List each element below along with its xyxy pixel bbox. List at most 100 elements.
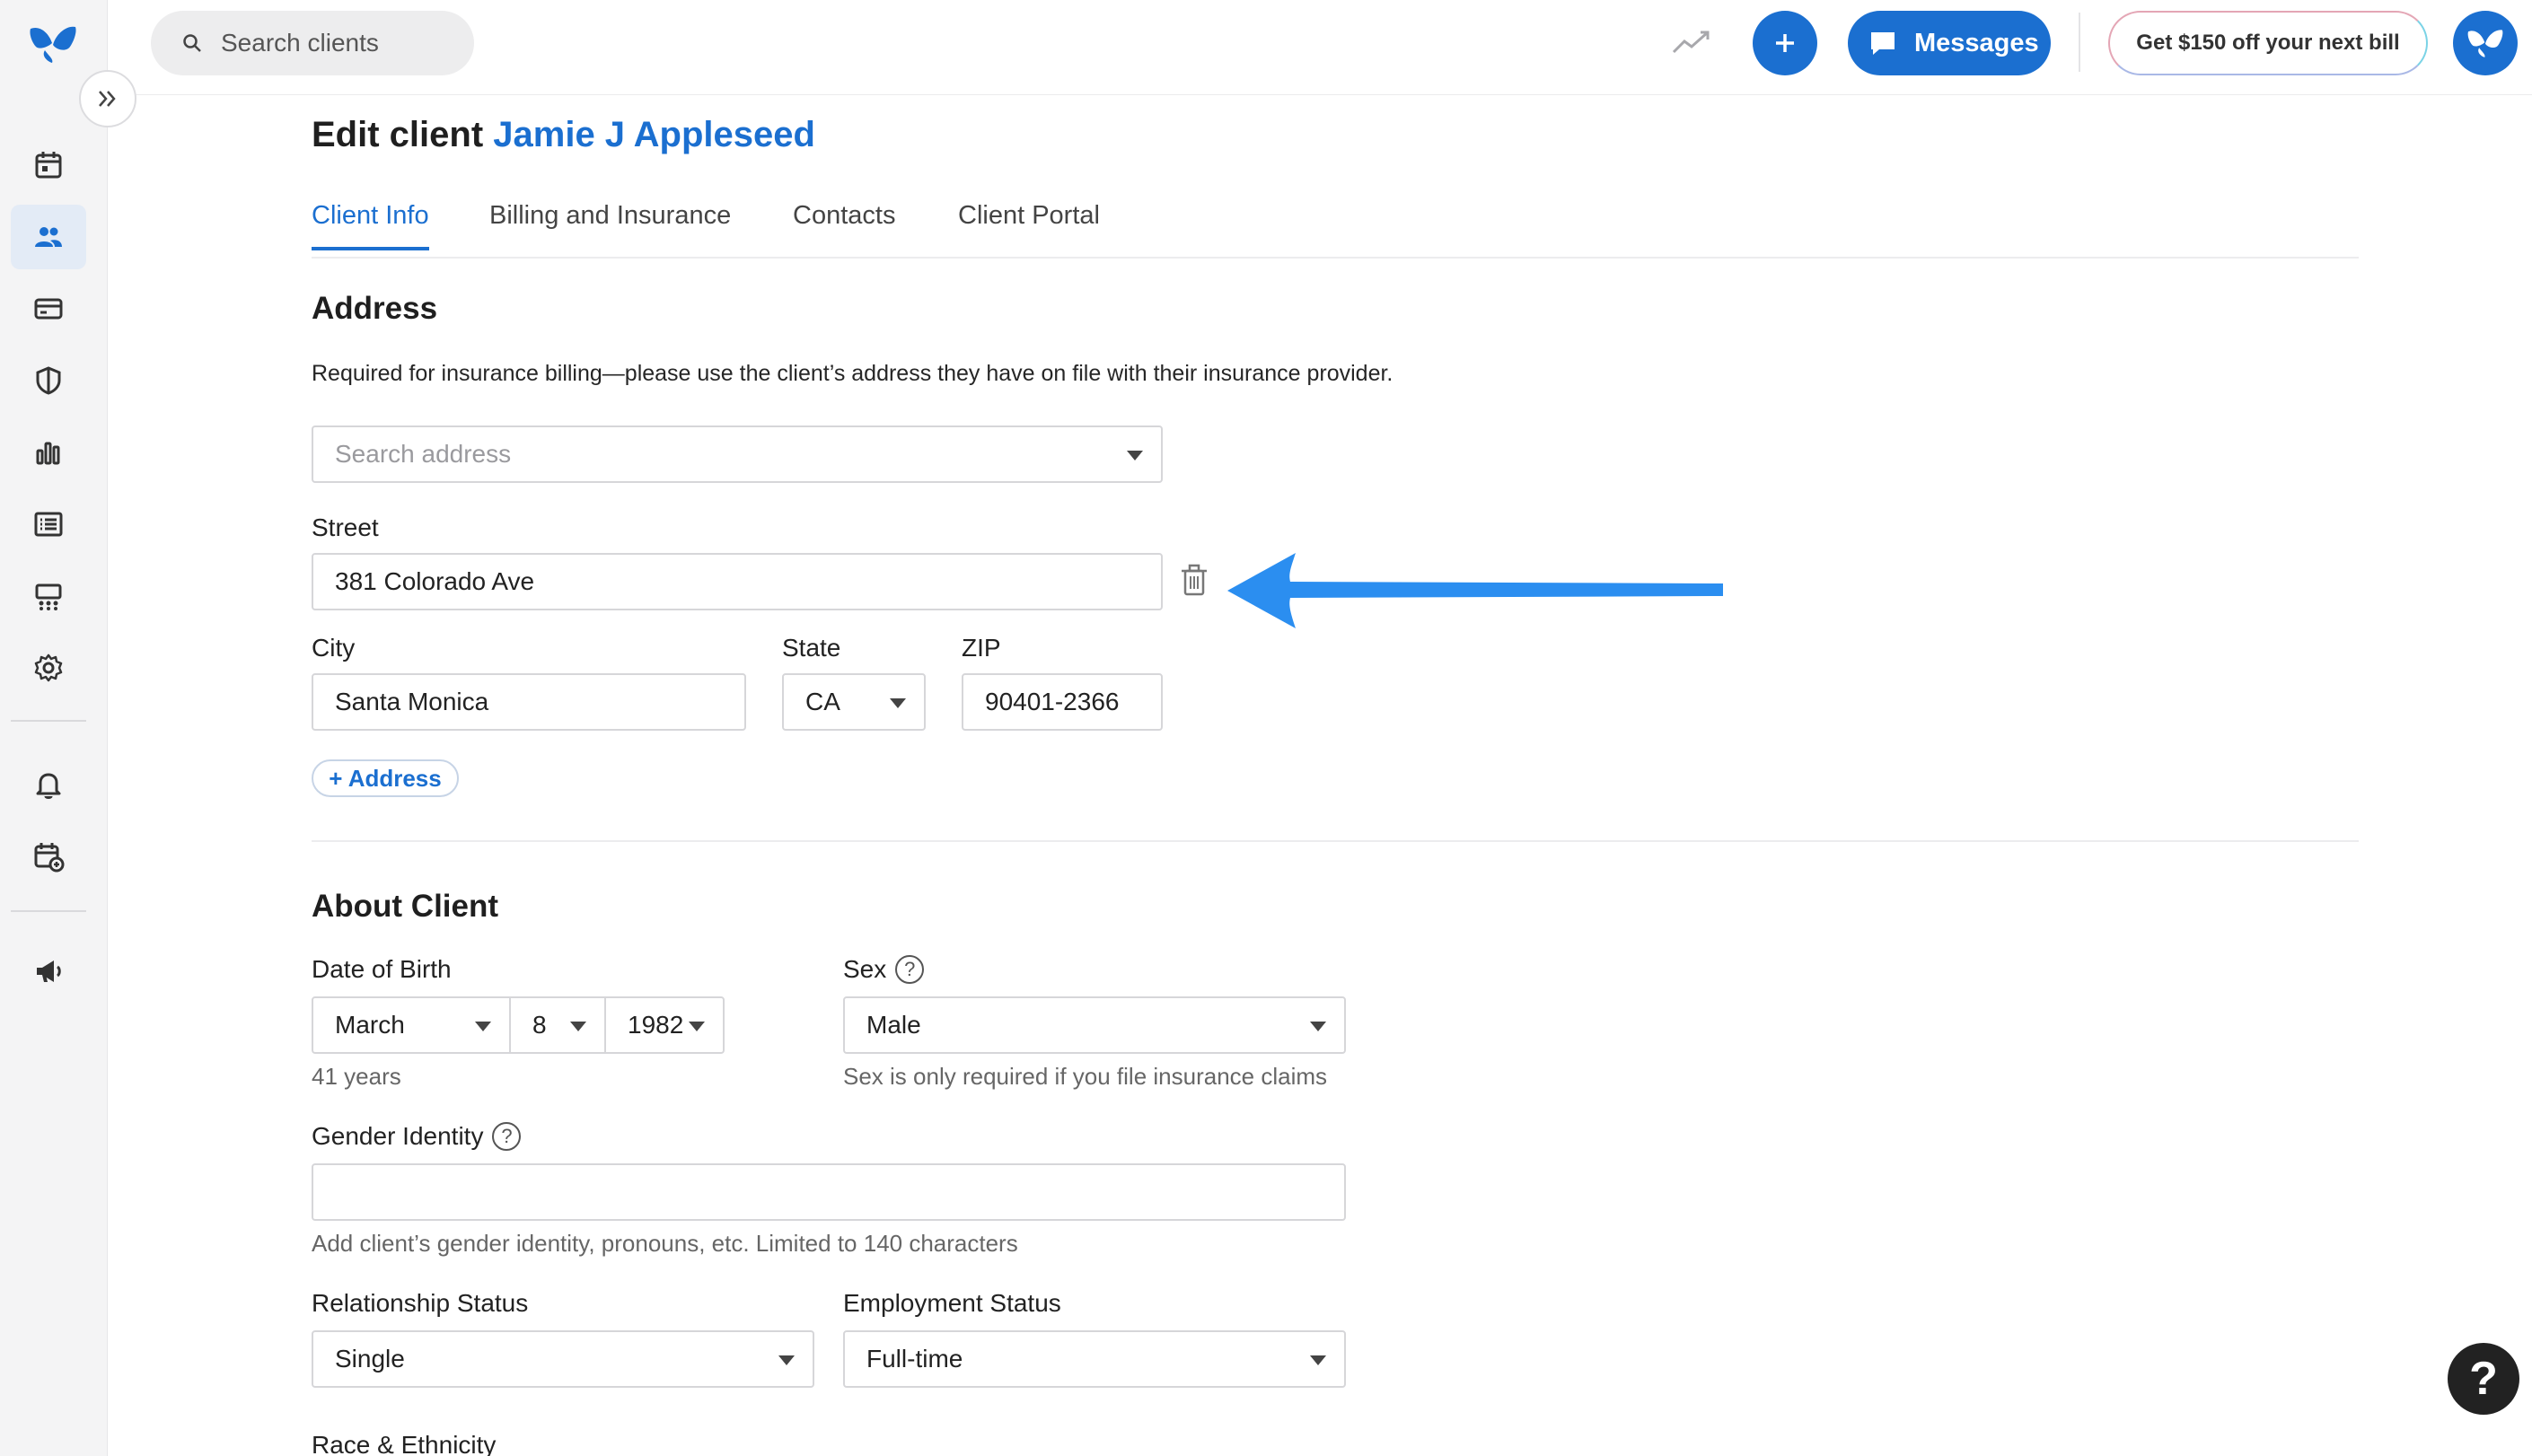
calendar-nav-item[interactable] — [11, 133, 86, 197]
messages-label: Messages — [1914, 28, 2039, 57]
state-label: State — [782, 634, 841, 662]
tab-client-portal[interactable]: Client Portal — [958, 201, 1100, 247]
sex-select[interactable]: Male — [843, 996, 1346, 1054]
sex-hint: Sex is only required if you file insuran… — [843, 1063, 1328, 1090]
relationship-status-label: Relationship Status — [312, 1289, 529, 1317]
client-name-link[interactable]: Jamie J Appleseed — [493, 115, 815, 154]
address-description: Required for insurance billing—please us… — [312, 361, 1393, 386]
calendar-icon — [35, 152, 62, 179]
arrow-left-annotation-icon — [1227, 553, 1723, 628]
dob-month-value: March — [335, 1011, 405, 1039]
notifications-nav-item[interactable] — [11, 752, 86, 817]
bar-chart-icon — [36, 442, 60, 465]
search-address-placeholder: Search address — [335, 440, 512, 468]
messages-button[interactable]: Messages — [1848, 11, 2051, 75]
bell-icon — [36, 773, 61, 799]
chevron-down-icon — [890, 698, 906, 708]
state-select[interactable]: CA — [782, 673, 926, 731]
zip-label: ZIP — [962, 634, 1001, 662]
dob-year-select[interactable]: 1982 — [604, 996, 725, 1054]
gear-icon — [34, 653, 63, 682]
dob-year-value: 1982 — [628, 1011, 684, 1039]
announcements-nav-item[interactable] — [11, 939, 86, 1004]
street-label: Street — [312, 513, 379, 541]
top-bar: Messages Get $150 off your next bill — [108, 0, 2532, 95]
help-button[interactable]: ? — [2448, 1343, 2519, 1415]
analytics-nav-item[interactable] — [11, 420, 86, 485]
credit-card-icon — [34, 298, 63, 320]
chevron-down-icon — [1310, 1022, 1326, 1031]
add-address-button[interactable]: + Address — [312, 759, 459, 797]
tab-client-info[interactable]: Client Info — [312, 201, 429, 250]
shield-icon — [36, 366, 61, 395]
city-field[interactable]: Santa Monica — [312, 673, 746, 731]
street-field[interactable]: 381 Colorado Ave — [312, 553, 1163, 610]
employment-status-value: Full-time — [866, 1345, 963, 1373]
chevron-down-icon — [570, 1022, 586, 1031]
page-title: Edit client Jamie J Appleseed — [312, 115, 815, 155]
activity-nav-item[interactable] — [11, 492, 86, 557]
trash-icon[interactable] — [1178, 562, 1210, 598]
chevron-down-icon — [1127, 451, 1143, 460]
state-value: CA — [805, 688, 840, 715]
sex-label-text: Sex — [843, 955, 887, 983]
list-icon — [34, 512, 63, 537]
tab-contacts[interactable]: Contacts — [793, 201, 895, 247]
chevron-down-icon — [475, 1022, 491, 1031]
help-circle-icon[interactable]: ? — [492, 1122, 522, 1151]
gender-identity-field[interactable] — [312, 1163, 1346, 1221]
gender-identity-hint: Add client’s gender identity, pronouns, … — [312, 1230, 1018, 1257]
address-heading: Address — [312, 291, 438, 326]
referral-promo-button[interactable]: Get $150 off your next bill — [2108, 11, 2428, 75]
tab-billing-and-insurance[interactable]: Billing and Insurance — [489, 201, 731, 247]
people-icon — [35, 227, 62, 247]
employment-status-label: Employment Status — [843, 1289, 1061, 1317]
help-circle-icon[interactable]: ? — [895, 955, 925, 984]
city-value: Santa Monica — [335, 688, 489, 715]
brand-logo-icon[interactable] — [27, 23, 79, 65]
double-chevron-right-icon — [99, 91, 116, 107]
relationship-status-select[interactable]: Single — [312, 1330, 814, 1388]
search-icon — [183, 34, 201, 52]
settings-nav-item[interactable] — [11, 636, 86, 700]
race-ethnicity-label: Race & Ethnicity — [312, 1431, 497, 1456]
account-avatar[interactable] — [2453, 11, 2518, 75]
clients-nav-item[interactable] — [11, 205, 86, 269]
requests-nav-item[interactable] — [11, 824, 86, 889]
billing-nav-item[interactable] — [11, 276, 86, 341]
zip-field[interactable]: 90401-2366 — [962, 673, 1163, 731]
gender-identity-label: Gender Identity ? — [312, 1122, 522, 1151]
plus-icon — [1776, 34, 1794, 52]
dob-day-select[interactable]: 8 — [509, 996, 606, 1054]
dob-day-value: 8 — [532, 1011, 547, 1039]
insurance-nav-item[interactable] — [11, 348, 86, 413]
topbar-divider — [2079, 13, 2080, 72]
relationship-status-value: Single — [335, 1345, 405, 1373]
expand-sidebar-button[interactable] — [79, 70, 136, 127]
dob-label: Date of Birth — [312, 955, 452, 983]
gender-identity-label-text: Gender Identity — [312, 1122, 484, 1150]
client-search[interactable] — [151, 11, 474, 75]
street-value: 381 Colorado Ave — [335, 567, 535, 595]
search-clients-input[interactable] — [221, 29, 454, 57]
section-divider — [312, 840, 2359, 842]
dob-month-select[interactable]: March — [312, 996, 511, 1054]
trending-icon[interactable] — [1670, 25, 1713, 57]
chat-bubble-icon — [1871, 32, 1895, 55]
rail-divider — [11, 720, 86, 722]
age-text: 41 years — [312, 1063, 401, 1090]
marketplace-nav-item[interactable] — [11, 564, 86, 628]
sex-label: Sex ? — [843, 955, 925, 984]
employment-status-select[interactable]: Full-time — [843, 1330, 1346, 1388]
brand-butterfly-icon — [2467, 30, 2503, 57]
create-new-button[interactable] — [1753, 11, 1817, 75]
megaphone-icon — [37, 960, 61, 982]
page-title-prefix: Edit client — [312, 115, 484, 154]
chevron-down-icon — [778, 1355, 795, 1365]
storefront-icon — [35, 583, 62, 610]
about-client-heading: About Client — [312, 889, 499, 924]
chevron-down-icon — [689, 1022, 705, 1031]
calendar-add-icon — [34, 843, 65, 873]
search-address-select[interactable]: Search address — [312, 425, 1163, 483]
client-tabs: Client Info Billing and Insurance Contac… — [312, 201, 2359, 259]
